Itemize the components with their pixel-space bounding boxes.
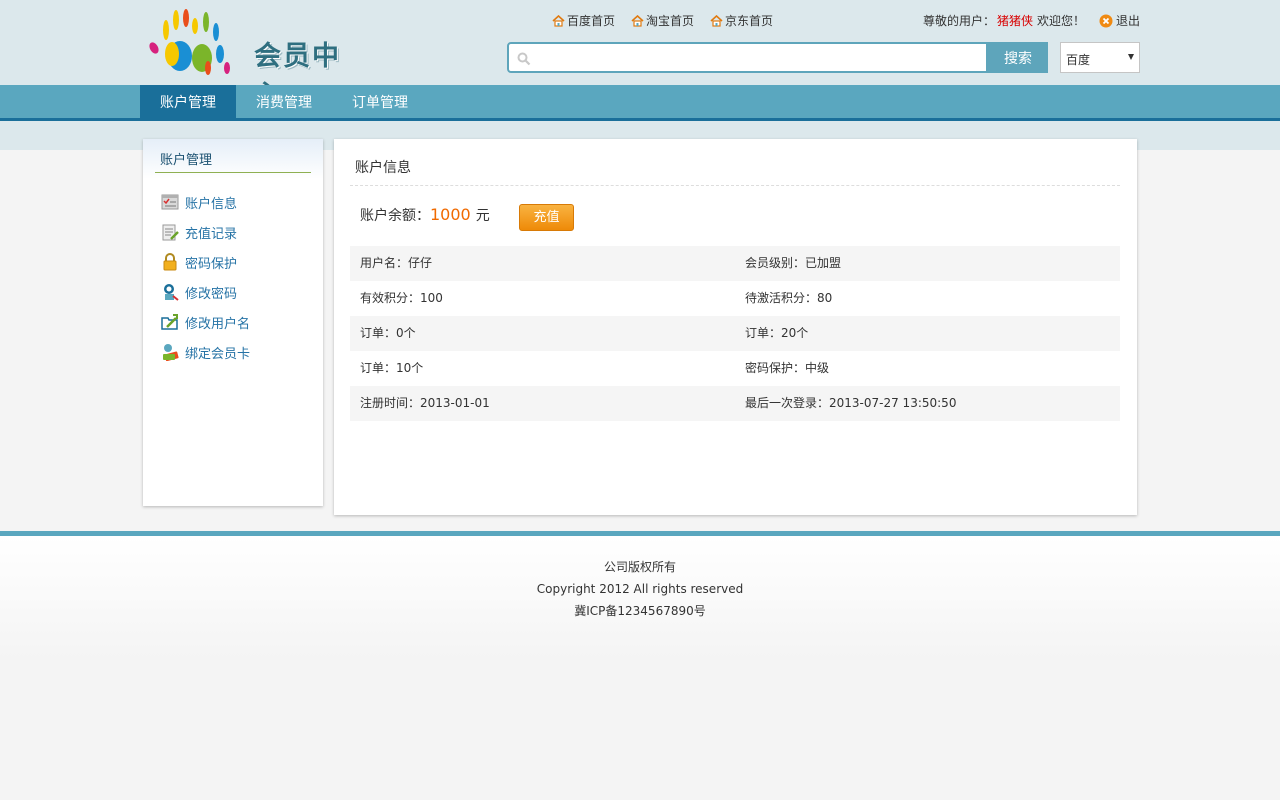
table-cell: 有效积分：100 xyxy=(360,291,443,305)
table-cell: 会员级别：已加盟 xyxy=(745,256,842,270)
table-cell: 用户名：仔仔 xyxy=(360,256,433,270)
account-info-icon xyxy=(161,194,179,210)
top-link-label: 淘宝首页 xyxy=(646,14,695,28)
table-row: 用户名：仔仔 会员级别：已加盟 xyxy=(350,246,1120,281)
balance: 账户余额： 1000 元 xyxy=(360,205,490,225)
sidebar-item-account-info[interactable]: 账户信息 xyxy=(161,187,250,217)
top-link-baidu[interactable]: 百度首页 xyxy=(552,12,615,29)
caret-down-icon xyxy=(1128,54,1134,60)
table-row: 注册时间：2013-01-01 最后一次登录：2013-07-27 13:50:… xyxy=(350,386,1120,421)
footer: 公司版权所有 Copyright 2012 All rights reserve… xyxy=(0,531,1280,662)
edit-username-icon xyxy=(161,314,178,330)
sidebar-item-label: 充值记录 xyxy=(185,226,238,242)
recharge-record-icon xyxy=(162,224,179,241)
sidebar: 账户管理 账户信息 充值记录 密码保护 修改密码 修改用户名 绑定会员卡 xyxy=(143,139,323,506)
search-icon xyxy=(517,52,531,66)
username[interactable]: 猪猪侠 xyxy=(997,12,1033,29)
main-panel: 账户信息 账户余额： 1000 元 充值 用户名：仔仔 会员级别：已加盟 有效积… xyxy=(334,139,1137,515)
tab-order-management[interactable]: 订单管理 xyxy=(332,85,428,121)
account-info-table: 用户名：仔仔 会员级别：已加盟 有效积分：100 待激活积分：80 订单：0个 … xyxy=(350,246,1120,421)
footer-copyright-cn: 公司版权所有 xyxy=(603,560,676,574)
top-link-label: 京东首页 xyxy=(725,14,774,28)
home-icon xyxy=(631,14,644,27)
greeting-prefix: 尊敬的用户： xyxy=(922,14,995,28)
search-engine-select[interactable]: 百度 xyxy=(1060,42,1140,73)
sidebar-item-recharge-record[interactable]: 充值记录 xyxy=(161,217,250,247)
tab-account-management[interactable]: 账户管理 xyxy=(140,85,236,121)
logout-icon xyxy=(1099,14,1113,27)
greeting-suffix: 欢迎您！ xyxy=(1036,14,1085,28)
sidebar-item-label: 修改密码 xyxy=(185,286,238,302)
search-input[interactable] xyxy=(537,46,977,69)
table-cell: 密码保护：中级 xyxy=(745,361,830,375)
sidebar-item-change-password[interactable]: 修改密码 xyxy=(161,277,250,307)
table-cell: 订单：20个 xyxy=(745,326,809,340)
hands-logo-icon xyxy=(149,9,230,75)
sidebar-list: 账户信息 充值记录 密码保护 修改密码 修改用户名 绑定会员卡 xyxy=(161,187,250,367)
table-cell: 订单：0个 xyxy=(360,326,416,340)
table-row: 有效积分：100 待激活积分：80 xyxy=(350,281,1120,316)
home-icon xyxy=(552,14,565,27)
table-cell: 最后一次登录：2013-07-27 13:50:50 xyxy=(745,396,957,410)
search-button[interactable]: 搜索 xyxy=(988,42,1048,73)
sidebar-item-label: 绑定会员卡 xyxy=(185,346,251,362)
balance-amount: 1000 xyxy=(430,205,471,224)
sidebar-item-password-protection[interactable]: 密码保护 xyxy=(161,247,250,277)
footer-icp: 冀ICP备1234567890号 xyxy=(574,604,706,618)
header: 会员中心 百度首页 淘宝首页 京东首页 尊敬的用户： 猪猪侠 欢迎您！ 退出 xyxy=(140,0,1140,111)
member-card-icon xyxy=(163,344,179,361)
table-cell: 订单：10个 xyxy=(360,361,424,375)
sidebar-title: 账户管理 xyxy=(155,149,311,173)
change-password-icon xyxy=(164,284,179,301)
lock-icon xyxy=(163,253,177,271)
recharge-button[interactable]: 充值 xyxy=(519,204,574,231)
tab-consumption-management[interactable]: 消费管理 xyxy=(236,85,332,121)
nav-bar: 账户管理 消费管理 订单管理 xyxy=(0,85,1280,121)
table-row: 订单：10个 密码保护：中级 xyxy=(350,351,1120,386)
top-link-jd[interactable]: 京东首页 xyxy=(710,12,773,29)
balance-label: 账户余额： xyxy=(360,208,430,224)
user-bar: 尊敬的用户： 猪猪侠 欢迎您！ 退出 xyxy=(923,12,1140,29)
top-links: 百度首页 淘宝首页 京东首页 xyxy=(552,12,773,29)
sidebar-item-label: 账户信息 xyxy=(185,196,238,212)
search-box xyxy=(507,42,988,73)
top-link-label: 百度首页 xyxy=(567,14,616,28)
table-cell: 注册时间：2013-01-01 xyxy=(360,396,490,410)
logout-button[interactable]: 退出 xyxy=(1099,12,1140,29)
table-row: 订单：0个 订单：20个 xyxy=(350,316,1120,351)
sidebar-item-label: 密码保护 xyxy=(185,256,238,272)
top-link-taobao[interactable]: 淘宝首页 xyxy=(631,12,694,29)
table-cell: 待激活积分：80 xyxy=(745,291,833,305)
balance-unit: 元 xyxy=(475,208,490,224)
sidebar-item-label: 修改用户名 xyxy=(185,316,251,332)
logo[interactable]: 会员中心 xyxy=(148,8,368,111)
search-engine-value: 百度 xyxy=(1066,53,1091,67)
sidebar-item-change-username[interactable]: 修改用户名 xyxy=(161,307,250,337)
footer-copyright-en: Copyright 2012 All rights reserved xyxy=(536,582,744,596)
home-icon xyxy=(710,14,723,27)
sidebar-item-bind-member-card[interactable]: 绑定会员卡 xyxy=(161,337,250,367)
logout-label: 退出 xyxy=(1115,14,1140,28)
main-title: 账户信息 xyxy=(350,139,1120,186)
